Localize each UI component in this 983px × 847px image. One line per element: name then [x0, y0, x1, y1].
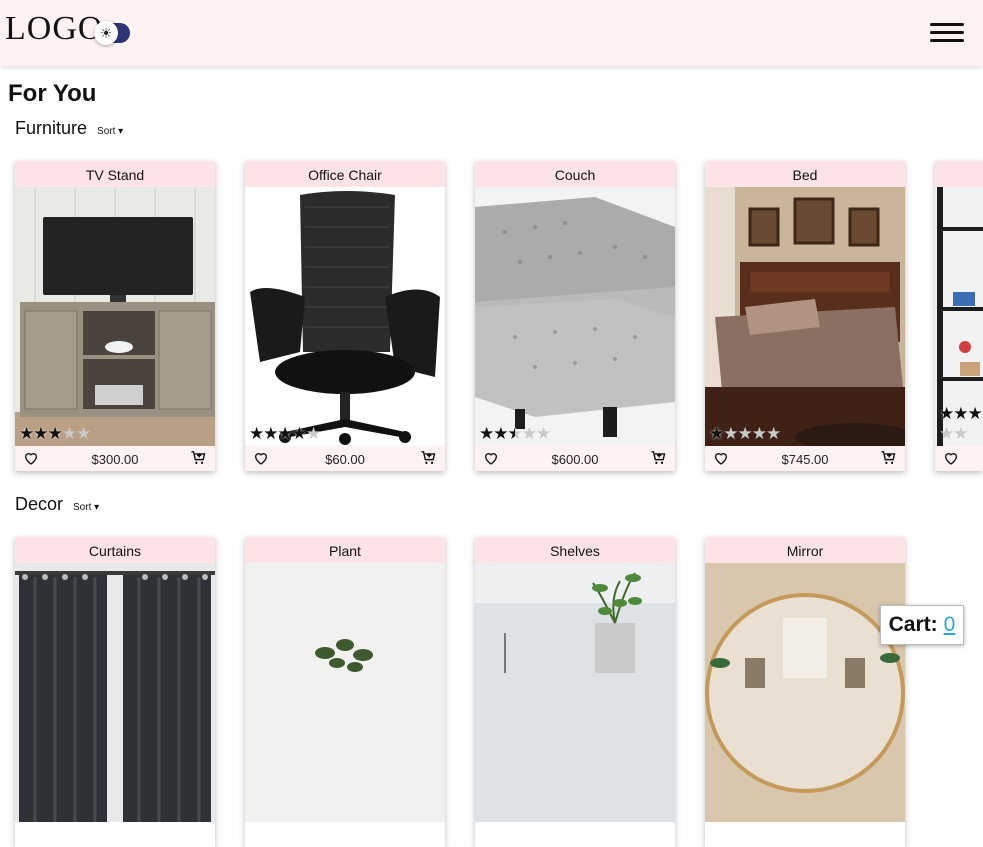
star-icon: ★ — [306, 424, 321, 443]
card-footer: $300.00 — [15, 446, 215, 471]
logo[interactable]: LOGO — [5, 10, 103, 48]
star-icon: ★ — [709, 424, 724, 443]
mirror-image[interactable] — [705, 563, 905, 822]
product-name: Plant — [245, 537, 445, 563]
shelves-image[interactable] — [475, 563, 675, 822]
star-rating: ★★★★★ — [709, 424, 781, 444]
product-card[interactable]: Mirror — [705, 537, 905, 847]
product-price: $745.00 — [781, 452, 829, 467]
star-icon: ★ — [493, 424, 508, 443]
cart-count[interactable]: 0 — [944, 613, 956, 637]
star-rating: ★★★★★ — [939, 404, 983, 444]
star-icon: ★ — [521, 424, 537, 443]
star-rating: ★★★★★ — [479, 424, 551, 444]
card-footer: $745.00 — [705, 446, 905, 471]
card-footer: $60.00 — [245, 446, 445, 471]
product-name: Couch — [475, 161, 675, 187]
star-icon: ★ — [33, 424, 48, 443]
product-name: Curtains — [15, 537, 215, 563]
product-price: $60.00 — [325, 452, 365, 467]
theme-toggle[interactable]: ☀ — [94, 21, 130, 45]
section-title: Decor — [15, 494, 64, 514]
navbar: LOGO ☀ — [0, 0, 983, 66]
sort-dropdown[interactable]: Sort ▾ — [97, 126, 123, 137]
star-icon: ★ — [61, 424, 77, 443]
card-footer: $600.00 — [475, 446, 675, 471]
star-icon: ★ — [249, 424, 264, 443]
add-to-cart-icon[interactable] — [190, 449, 207, 466]
sun-icon: ☀ — [94, 21, 118, 45]
star-icon: ★ — [507, 424, 523, 443]
product-price: $600.00 — [551, 452, 599, 467]
star-icon: ★ — [277, 424, 293, 443]
product-card[interactable]: ★★★★★ — [935, 161, 983, 471]
product-card[interactable]: Plant — [245, 537, 445, 847]
bed-image[interactable]: ★★★★★ — [705, 187, 905, 446]
add-to-cart-icon[interactable] — [650, 449, 667, 466]
star-rating: ★★★★★ — [19, 424, 91, 444]
section-header-furniture: Furniture Sort ▾ — [15, 118, 123, 139]
add-to-cart-icon[interactable] — [420, 449, 437, 466]
product-card[interactable]: TV Stand ★★★★★ $300.00 — [15, 161, 215, 471]
page-title: For You — [8, 80, 97, 107]
sort-dropdown[interactable]: Sort ▾ — [73, 502, 99, 513]
bookshelf-image[interactable]: ★★★★★ — [935, 187, 983, 446]
star-icon: ★ — [953, 404, 968, 423]
section-header-decor: Decor Sort ▾ — [15, 494, 99, 515]
star-icon: ★ — [737, 424, 753, 443]
star-icon: ★ — [953, 424, 968, 443]
office-chair-image[interactable]: ★★★★★ — [245, 187, 445, 446]
section-title: Furniture — [15, 118, 88, 138]
plant-image[interactable] — [245, 563, 445, 822]
curtains-image[interactable] — [15, 563, 215, 822]
product-name — [935, 161, 983, 187]
card-footer — [935, 446, 983, 471]
product-name: TV Stand — [15, 161, 215, 187]
product-card[interactable]: Office Chair ★★★★★ $60.00 — [245, 161, 445, 471]
star-icon: ★ — [536, 424, 551, 443]
hamburger-menu-icon[interactable] — [930, 22, 964, 44]
star-icon: ★ — [751, 424, 767, 443]
cart-label: Cart: — [888, 613, 938, 636]
product-card[interactable]: Curtains — [15, 537, 215, 847]
star-icon: ★ — [479, 424, 494, 443]
tv-stand-image[interactable]: ★★★★★ — [15, 187, 215, 446]
product-name: Shelves — [475, 537, 675, 563]
star-icon: ★ — [723, 424, 738, 443]
heart-icon[interactable] — [943, 450, 959, 466]
star-icon: ★ — [263, 424, 278, 443]
add-to-cart-icon[interactable] — [880, 449, 897, 466]
star-icon: ★ — [291, 424, 307, 443]
product-name: Office Chair — [245, 161, 445, 187]
product-card[interactable]: Shelves — [475, 537, 675, 847]
star-icon: ★ — [76, 424, 91, 443]
star-icon: ★ — [766, 424, 781, 443]
star-icon: ★ — [47, 424, 63, 443]
cart-summary: Cart: 0 — [880, 605, 964, 645]
product-card[interactable]: Bed ★★★★★ $745.00 — [705, 161, 905, 471]
product-name: Mirror — [705, 537, 905, 563]
star-icon: ★ — [19, 424, 34, 443]
star-icon: ★ — [939, 424, 954, 443]
star-rating: ★★★★★ — [249, 424, 321, 444]
product-card[interactable]: Couch ★★★★★ $600.00 — [475, 161, 675, 471]
product-price: $300.00 — [91, 452, 139, 467]
star-icon: ★ — [967, 404, 983, 423]
star-icon: ★ — [939, 404, 954, 423]
product-name: Bed — [705, 161, 905, 187]
couch-image[interactable]: ★★★★★ — [475, 187, 675, 446]
